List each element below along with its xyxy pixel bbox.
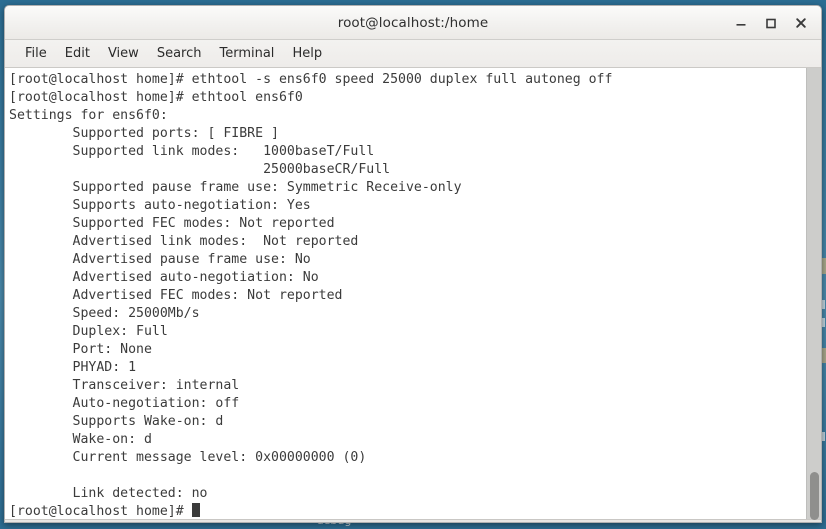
terminal-line: Duplex: Full <box>9 324 168 339</box>
terminal-line: Speed: 25000Mb/s <box>9 306 200 321</box>
scrollbar-thumb[interactable] <box>810 472 819 520</box>
terminal-line: Supported pause frame use: Symmetric Rec… <box>9 180 462 195</box>
terminal-text: [root@localhost home]# ethtool -s ens6f0… <box>9 71 806 519</box>
terminal-line: [root@localhost home]# ethtool -s ens6f0… <box>9 72 613 87</box>
window-bottom-edge <box>5 519 821 522</box>
terminal-line: Wake-on: d <box>9 432 152 447</box>
terminal-line: Supported FEC modes: Not reported <box>9 216 335 231</box>
terminal-line: Supported ports: [ FIBRE ] <box>9 126 279 141</box>
terminal-line: Supports Wake-on: d <box>9 414 224 429</box>
menu-item-terminal[interactable]: Terminal <box>210 43 283 64</box>
minimize-button[interactable] <box>727 9 755 36</box>
terminal-line: Settings for ens6f0: <box>9 108 168 123</box>
menubar: File Edit View Search Terminal Help <box>5 40 821 68</box>
terminal-line: Advertised link modes: Not reported <box>9 234 359 249</box>
terminal-output-pane[interactable]: [root@localhost home]# ethtool -s ens6f0… <box>5 68 806 519</box>
menu-item-file[interactable]: File <box>16 43 56 64</box>
terminal-window: root@localhost:/home File Edit View Sear… <box>4 5 822 523</box>
terminal-line: Advertised auto-negotiation: No <box>9 270 319 285</box>
window-titlebar[interactable]: root@localhost:/home <box>5 6 821 40</box>
terminal-line: Advertised pause frame use: No <box>9 252 311 267</box>
terminal-line: 25000baseCR/Full <box>9 162 391 177</box>
terminal-prompt: [root@localhost home]# <box>9 504 192 519</box>
menu-item-search[interactable]: Search <box>148 43 211 64</box>
window-title: root@localhost:/home <box>337 14 489 31</box>
menu-item-help[interactable]: Help <box>283 43 331 64</box>
close-button[interactable] <box>787 9 815 36</box>
terminal-scrollbar[interactable] <box>806 68 821 520</box>
terminal-line: Link detected: no <box>9 486 208 501</box>
terminal-line: Supported link modes: 1000baseT/Full <box>9 144 375 159</box>
terminal-line: Supports auto-negotiation: Yes <box>9 198 311 213</box>
menu-item-edit[interactable]: Edit <box>56 43 99 64</box>
terminal-line: PHYAD: 1 <box>9 360 137 375</box>
terminal-area: [root@localhost home]# ethtool -s ens6f0… <box>5 68 821 520</box>
terminal-line: Transceiver: internal <box>9 378 240 393</box>
maximize-button[interactable] <box>757 9 785 36</box>
menu-item-view[interactable]: View <box>99 43 148 64</box>
terminal-line: Port: None <box>9 342 152 357</box>
terminal-cursor <box>191 503 200 517</box>
terminal-line: Current message level: 0x00000000 (0) <box>9 450 367 465</box>
terminal-line: Auto-negotiation: off <box>9 396 240 411</box>
terminal-prompt-line: [root@localhost home]# <box>9 503 806 519</box>
terminal-line: [root@localhost home]# ethtool ens6f0 <box>9 90 303 105</box>
terminal-line: Advertised FEC modes: Not reported <box>9 288 343 303</box>
window-controls <box>727 6 815 39</box>
